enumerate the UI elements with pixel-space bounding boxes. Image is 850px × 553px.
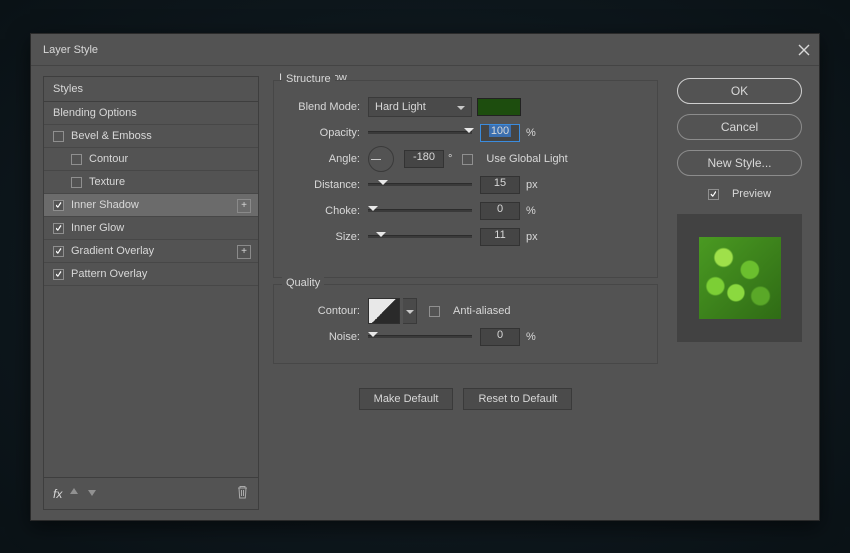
- opacity-input[interactable]: 100: [480, 124, 520, 142]
- angle-unit: °: [448, 153, 452, 165]
- anti-aliased-label: Anti-aliased: [453, 305, 510, 317]
- move-down-icon[interactable]: [86, 486, 98, 501]
- close-icon[interactable]: [797, 43, 811, 57]
- preview-label: Preview: [732, 188, 771, 200]
- preview-toggle[interactable]: Preview: [708, 188, 771, 200]
- checkbox-inner-shadow[interactable]: [53, 200, 64, 211]
- quality-legend: Quality: [282, 277, 324, 289]
- distance-unit: px: [526, 179, 538, 191]
- size-input[interactable]: 11: [480, 228, 520, 246]
- cancel-button[interactable]: Cancel: [677, 114, 802, 140]
- global-light-label: Use Global Light: [486, 153, 567, 165]
- opacity-slider[interactable]: [368, 125, 472, 141]
- opacity-label: Opacity:: [288, 127, 360, 139]
- ok-button[interactable]: OK: [677, 78, 802, 104]
- size-unit: px: [526, 231, 538, 243]
- checkbox-bevel-emboss[interactable]: [53, 131, 64, 142]
- dialog-body: Styles Blending Options Bevel & Emboss C…: [31, 66, 819, 520]
- checkbox-gradient-overlay[interactable]: [53, 246, 64, 257]
- titlebar: Layer Style: [31, 34, 819, 66]
- structure-group: Structure Blend Mode: Hard Light Opacity…: [273, 80, 658, 278]
- opacity-unit: %: [526, 127, 536, 139]
- make-default-button[interactable]: Make Default: [359, 388, 454, 410]
- trash-icon[interactable]: [236, 485, 249, 502]
- noise-label: Noise:: [288, 331, 360, 343]
- sidebar-item-label: Blending Options: [53, 107, 137, 119]
- choke-label: Choke:: [288, 205, 360, 217]
- sidebar-item-blending-options[interactable]: Blending Options: [44, 102, 258, 125]
- sidebar-item-label: Pattern Overlay: [71, 268, 147, 280]
- choke-input[interactable]: 0: [480, 202, 520, 220]
- sidebar-item-texture[interactable]: Texture: [44, 171, 258, 194]
- move-up-icon[interactable]: [68, 486, 80, 501]
- quality-group: Quality Contour: Anti-aliased Noise: 0 %: [273, 284, 658, 364]
- choke-slider[interactable]: [368, 203, 472, 219]
- contour-label: Contour:: [288, 305, 360, 317]
- checkbox-inner-glow[interactable]: [53, 223, 64, 234]
- size-slider[interactable]: [368, 229, 472, 245]
- angle-label: Angle:: [288, 153, 360, 165]
- checkbox-contour[interactable]: [71, 154, 82, 165]
- size-label: Size:: [288, 231, 360, 243]
- noise-unit: %: [526, 331, 536, 343]
- checkbox-preview[interactable]: [708, 189, 719, 200]
- sidebar-item-label: Gradient Overlay: [71, 245, 154, 257]
- angle-dial[interactable]: [368, 146, 394, 172]
- checkbox-global-light[interactable]: [462, 154, 473, 165]
- structure-legend: Structure: [282, 73, 335, 85]
- distance-slider[interactable]: [368, 177, 472, 193]
- sidebar-item-pattern-overlay[interactable]: Pattern Overlay: [44, 263, 258, 286]
- contour-picker[interactable]: [368, 298, 400, 324]
- dialog-title: Layer Style: [43, 44, 98, 56]
- layer-style-dialog: Layer Style Styles Blending Options Beve…: [30, 33, 820, 521]
- blend-mode-dropdown[interactable]: Hard Light: [368, 97, 472, 117]
- preview-image: [699, 237, 781, 319]
- sidebar-item-gradient-overlay[interactable]: Gradient Overlay +: [44, 240, 258, 263]
- fx-menu-icon[interactable]: fx: [53, 487, 62, 501]
- noise-slider[interactable]: [368, 329, 472, 345]
- sidebar-item-contour[interactable]: Contour: [44, 148, 258, 171]
- settings-area: Inner Shadow Structure Blend Mode: Hard …: [273, 76, 658, 510]
- contour-dropdown-icon[interactable]: [403, 298, 417, 324]
- sidebar-item-label: Inner Glow: [71, 222, 124, 234]
- blend-mode-label: Blend Mode:: [288, 101, 360, 113]
- add-effect-icon[interactable]: +: [237, 199, 251, 213]
- reset-default-button[interactable]: Reset to Default: [463, 388, 572, 410]
- checkbox-anti-aliased[interactable]: [429, 306, 440, 317]
- sidebar-item-bevel-emboss[interactable]: Bevel & Emboss: [44, 125, 258, 148]
- distance-input[interactable]: 15: [480, 176, 520, 194]
- sidebar-item-label: Texture: [89, 176, 125, 188]
- checkbox-pattern-overlay[interactable]: [53, 269, 64, 280]
- sidebar-item-label: Inner Shadow: [71, 199, 139, 211]
- preview-box: [677, 214, 802, 342]
- noise-input[interactable]: 0: [480, 328, 520, 346]
- distance-label: Distance:: [288, 179, 360, 191]
- styles-footer: fx: [44, 477, 258, 509]
- sidebar-item-inner-shadow[interactable]: Inner Shadow +: [44, 194, 258, 217]
- styles-header[interactable]: Styles: [44, 77, 258, 102]
- sidebar-item-label: Contour: [89, 153, 128, 165]
- checkbox-texture[interactable]: [71, 177, 82, 188]
- angle-input[interactable]: -180: [404, 150, 444, 168]
- right-panel: OK Cancel New Style... Preview: [672, 76, 807, 510]
- choke-unit: %: [526, 205, 536, 217]
- shadow-color-swatch[interactable]: [477, 98, 521, 116]
- add-effect-icon[interactable]: +: [237, 245, 251, 259]
- sidebar-item-inner-glow[interactable]: Inner Glow: [44, 217, 258, 240]
- styles-panel: Styles Blending Options Bevel & Emboss C…: [43, 76, 259, 510]
- new-style-button[interactable]: New Style...: [677, 150, 802, 176]
- sidebar-item-label: Bevel & Emboss: [71, 130, 152, 142]
